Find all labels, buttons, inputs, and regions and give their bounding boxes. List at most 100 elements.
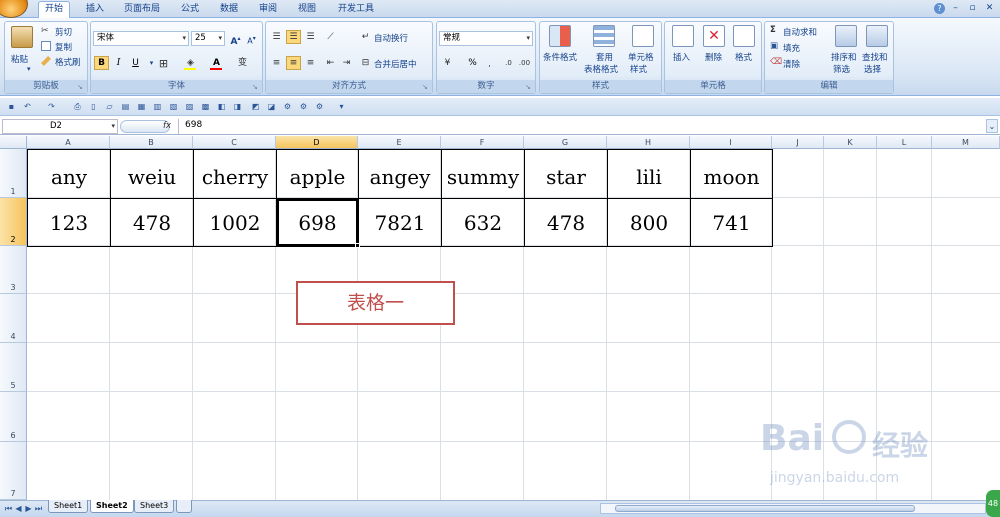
decrease-decimal-icon[interactable]: .00 <box>517 56 532 70</box>
new-document-icon[interactable]: ▯ <box>88 101 99 112</box>
cell-styles-button[interactable]: 样式 <box>630 63 647 75</box>
increase-decimal-icon[interactable]: .0 <box>501 56 516 70</box>
tab-developer[interactable]: 开发工具 <box>332 2 380 18</box>
note-textbox[interactable]: 表格一 <box>296 281 455 325</box>
save-icon[interactable]: ▪ <box>6 101 17 112</box>
toolbar-icon-7[interactable]: ◧ <box>216 101 227 112</box>
merge-center-button[interactable]: 合并后居中 <box>374 58 417 70</box>
column-header-h[interactable]: H <box>607 136 690 149</box>
column-header-a[interactable]: A <box>27 136 110 149</box>
redo-icon[interactable]: ↷ <box>46 101 57 112</box>
toolbar-icon-11[interactable]: ⚙ <box>282 101 293 112</box>
column-header-d[interactable]: D <box>276 136 358 149</box>
cell-a1[interactable]: any <box>27 149 111 199</box>
horizontal-scroll-thumb[interactable] <box>615 505 915 512</box>
decrease-indent-icon[interactable]: ⇤ <box>323 56 338 70</box>
toolbar-icon-2[interactable]: ▦ <box>136 101 147 112</box>
underline-button[interactable]: U <box>128 56 143 70</box>
borders-icon[interactable]: ⊞ <box>156 56 171 70</box>
conditional-format-button[interactable]: 条件格式 <box>543 51 577 63</box>
copy-button[interactable]: 复制 <box>55 41 72 53</box>
toolbar-icon-3[interactable]: ▥ <box>152 101 163 112</box>
name-box[interactable]: D2 ▾ <box>2 119 118 134</box>
align-middle-icon[interactable]: ☰ <box>286 30 301 44</box>
restore-icon[interactable]: ▫ <box>967 3 978 14</box>
sheet-tab-3[interactable]: Sheet3 <box>134 500 175 513</box>
clipboard-launcher-icon[interactable]: ↘ <box>77 83 85 91</box>
column-header-m[interactable]: M <box>932 136 1000 149</box>
float-badge[interactable]: 48 <box>986 490 1000 517</box>
cut-button[interactable]: 剪切 <box>55 26 72 38</box>
cell-g2[interactable]: 478 <box>524 198 608 247</box>
cell-h2[interactable]: 800 <box>607 198 691 247</box>
cell-h1[interactable]: lili <box>607 149 691 199</box>
insert-cells-button[interactable]: 插入 <box>673 51 690 63</box>
tab-data[interactable]: 数据 <box>214 2 244 18</box>
cell-b1[interactable]: weiu <box>110 149 194 199</box>
cell-f1[interactable]: summy <box>441 149 525 199</box>
select-all-corner[interactable] <box>0 136 27 149</box>
help-icon[interactable]: ? <box>934 3 945 14</box>
expand-formula-icon[interactable]: ⌄ <box>986 119 998 133</box>
bold-button[interactable]: B <box>94 56 109 70</box>
toolbar-icon-1[interactable]: ▤ <box>120 101 131 112</box>
fill-button[interactable]: 填充 <box>783 42 800 54</box>
toolbar-icon-8[interactable]: ◨ <box>232 101 243 112</box>
italic-button[interactable]: I <box>111 56 126 70</box>
last-sheet-icon[interactable]: ⏭ <box>33 503 44 514</box>
column-header-i[interactable]: I <box>690 136 772 149</box>
tab-home[interactable]: 开始 <box>38 1 71 19</box>
toolbar-icon-12[interactable]: ⚙ <box>298 101 309 112</box>
cell-b2[interactable]: 478 <box>110 198 194 247</box>
column-header-j[interactable]: J <box>772 136 824 149</box>
comma-icon[interactable]: , <box>482 56 497 70</box>
font-name-select[interactable]: 宋体 ▾ <box>93 31 189 46</box>
clear-button[interactable]: 清除 <box>783 58 800 70</box>
increase-indent-icon[interactable]: ⇥ <box>339 56 354 70</box>
column-header-e[interactable]: E <box>358 136 441 149</box>
row-header-6[interactable]: 6 <box>0 392 27 442</box>
align-center-icon[interactable]: ≡ <box>286 56 301 70</box>
row-header-2[interactable]: 2 <box>0 198 27 246</box>
print-preview-icon[interactable]: ⎙ <box>72 101 83 112</box>
sort-filter-button[interactable]: 筛选 <box>833 63 850 75</box>
sort-filter-label-1[interactable]: 排序和 <box>831 51 857 63</box>
orientation-icon[interactable]: ⟋ <box>323 30 338 44</box>
tab-insert[interactable]: 插入 <box>80 2 110 18</box>
cell-c1[interactable]: cherry <box>193 149 277 199</box>
cell-styles-label-1[interactable]: 单元格 <box>628 51 654 63</box>
tab-page-layout[interactable]: 页面布局 <box>118 2 166 18</box>
column-header-b[interactable]: B <box>110 136 193 149</box>
sheet-tab-2[interactable]: Sheet2 <box>90 500 134 513</box>
formula-input[interactable]: 698 <box>178 119 984 134</box>
row-header-4[interactable]: 4 <box>0 294 27 343</box>
sheet-tab-1[interactable]: Sheet1 <box>48 500 89 513</box>
align-right-icon[interactable]: ≡ <box>303 56 318 70</box>
find-select-label-1[interactable]: 查找和 <box>862 51 888 63</box>
row-header-7[interactable]: 7 <box>0 442 27 500</box>
toolbar-icon-6[interactable]: ▩ <box>200 101 211 112</box>
tab-formulas[interactable]: 公式 <box>175 2 205 18</box>
fill-handle[interactable] <box>355 243 360 248</box>
number-format-select[interactable]: 常规 ▾ <box>439 31 533 46</box>
cell-e2[interactable]: 7821 <box>358 198 442 247</box>
font-size-select[interactable]: 25 ▾ <box>191 31 225 46</box>
find-select-button[interactable]: 选择 <box>864 63 881 75</box>
cell-f2[interactable]: 632 <box>441 198 525 247</box>
align-left-icon[interactable]: ≡ <box>269 56 284 70</box>
cell-i2[interactable]: 741 <box>690 198 773 247</box>
number-launcher-icon[interactable]: ↘ <box>525 83 533 91</box>
cell-a2[interactable]: 123 <box>27 198 111 247</box>
open-icon[interactable]: ▱ <box>104 101 115 112</box>
cell-e1[interactable]: angey <box>358 149 442 199</box>
customize-toolbar-icon[interactable]: ▾ <box>336 101 347 112</box>
row-header-3[interactable]: 3 <box>0 246 27 294</box>
column-header-k[interactable]: K <box>824 136 877 149</box>
cell-g1[interactable]: star <box>524 149 608 199</box>
align-bottom-icon[interactable]: ☰ <box>303 30 318 44</box>
toolbar-icon-9[interactable]: ◩ <box>250 101 261 112</box>
toolbar-icon-13[interactable]: ⚙ <box>314 101 325 112</box>
shrink-font-icon[interactable]: A▾ <box>244 31 259 46</box>
align-top-icon[interactable]: ☰ <box>269 30 284 44</box>
paste-button[interactable]: 粘贴 <box>11 53 28 65</box>
